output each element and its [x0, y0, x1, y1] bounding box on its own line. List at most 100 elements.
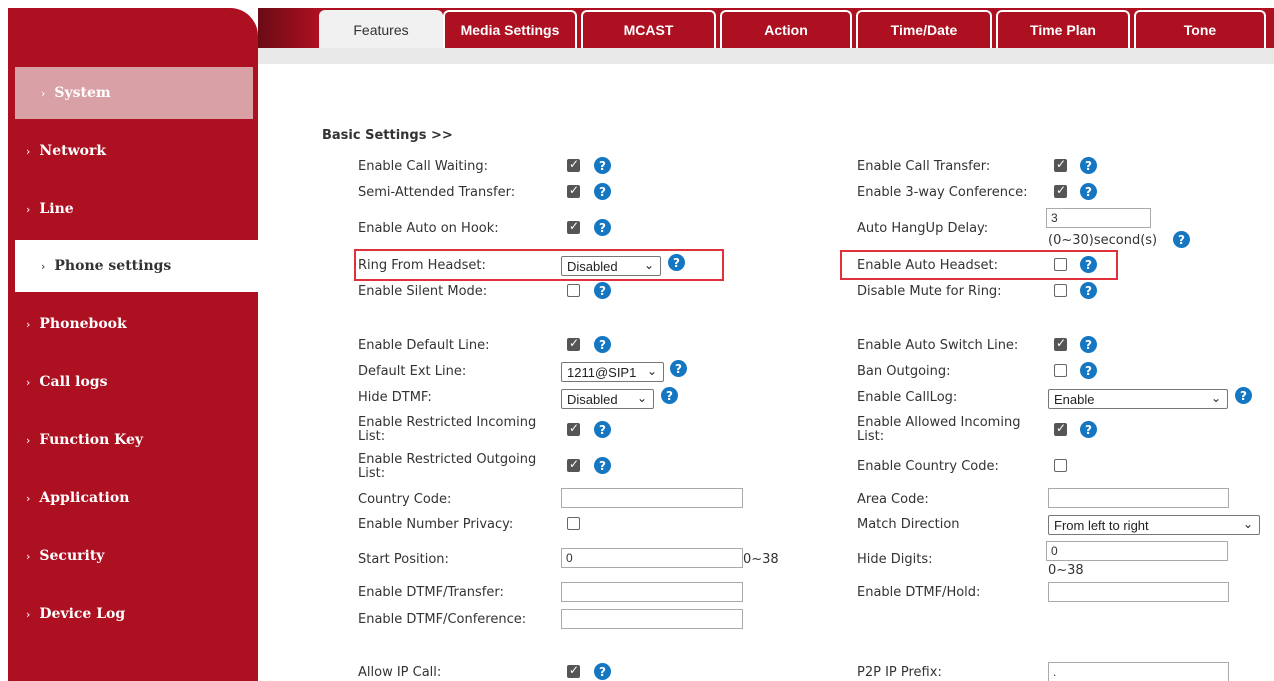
ban-outgoing-checkbox[interactable]: [1054, 364, 1067, 377]
section-title: Basic Settings >>: [322, 128, 453, 143]
help-icon[interactable]: ?: [594, 421, 611, 438]
enable-dtmf-conference-input[interactable]: [561, 609, 743, 629]
enable-restricted-incoming-label-line1: Enable Restricted Incoming: [358, 415, 537, 430]
sidebar-item-phonebook[interactable]: › Phonebook: [0, 298, 250, 350]
enable-auto-switch-line-checkbox[interactable]: [1054, 336, 1067, 351]
tab-time-date[interactable]: Time/Date: [856, 10, 992, 48]
help-icon[interactable]: ?: [1080, 336, 1097, 353]
enable-call-transfer-checkbox[interactable]: [1054, 157, 1067, 172]
match-direction-label: Match Direction: [857, 517, 960, 532]
enable-calllog-label: Enable CallLog:: [857, 390, 958, 405]
help-icon[interactable]: ?: [594, 663, 611, 680]
help-icon[interactable]: ?: [1080, 157, 1097, 174]
enable-auto-on-hook-checkbox[interactable]: [567, 219, 580, 234]
chevron-down-icon: ⌄: [1242, 517, 1253, 531]
help-icon[interactable]: ?: [661, 387, 678, 404]
help-icon[interactable]: ?: [1080, 256, 1097, 273]
enable-calllog-select[interactable]: Enable ⌄: [1048, 389, 1228, 409]
enable-auto-switch-line-label: Enable Auto Switch Line:: [857, 338, 1019, 353]
country-code-input[interactable]: [561, 488, 743, 508]
sidebar-item-label: Phone settings: [54, 258, 172, 274]
enable-number-privacy-checkbox[interactable]: [567, 517, 580, 530]
help-icon[interactable]: ?: [1080, 362, 1097, 379]
tab-features[interactable]: Features: [319, 10, 443, 48]
sidebar-item-phone-settings[interactable]: › Phone settings: [15, 240, 261, 292]
sidebar-item-call-logs[interactable]: › Call logs: [0, 356, 250, 408]
sidebar-item-label: Call logs: [39, 374, 108, 390]
sidebar-item-label: Phonebook: [39, 316, 127, 332]
sidebar-item-device-log[interactable]: › Device Log: [0, 588, 250, 640]
enable-call-transfer-label: Enable Call Transfer:: [857, 159, 991, 174]
enable-restricted-incoming-checkbox[interactable]: [567, 421, 580, 436]
sidebar-item-system[interactable]: › System: [15, 67, 253, 119]
sidebar-item-label: Application: [39, 490, 130, 506]
help-icon[interactable]: ?: [594, 183, 611, 200]
tab-time-plan[interactable]: Time Plan: [996, 10, 1130, 48]
sidebar-item-label: Function Key: [39, 432, 144, 448]
tab-media-settings[interactable]: Media Settings: [443, 10, 577, 48]
help-icon[interactable]: ?: [1235, 387, 1252, 404]
match-direction-select[interactable]: From left to right ⌄: [1048, 515, 1260, 535]
chevron-right-icon: ›: [26, 549, 31, 563]
start-position-hint: 0~38: [743, 552, 779, 567]
sidebar-item-line[interactable]: › Line: [0, 183, 250, 235]
help-icon[interactable]: ?: [1173, 231, 1190, 248]
chevron-right-icon: ›: [26, 433, 31, 447]
enable-restricted-outgoing-checkbox[interactable]: [567, 457, 580, 472]
enable-country-code-label: Enable Country Code:: [857, 459, 999, 474]
enable-country-code-checkbox[interactable]: [1054, 459, 1067, 472]
tab-action[interactable]: Action: [720, 10, 852, 48]
enable-default-line-checkbox[interactable]: [567, 336, 580, 351]
semi-attended-transfer-checkbox[interactable]: [567, 183, 580, 198]
chevron-right-icon: ›: [26, 317, 31, 331]
enable-3way-conference-checkbox[interactable]: [1054, 183, 1067, 198]
help-icon[interactable]: ?: [1080, 183, 1097, 200]
sidebar-item-application[interactable]: › Application: [0, 472, 250, 524]
chevron-down-icon: ⌄: [646, 364, 657, 378]
allow-ip-call-label: Allow IP Call:: [358, 665, 442, 680]
hide-digits-input[interactable]: 0: [1046, 541, 1228, 561]
ring-from-headset-label: Ring From Headset:: [358, 258, 486, 273]
disable-mute-for-ring-checkbox[interactable]: [1054, 284, 1067, 297]
enable-auto-headset-checkbox[interactable]: [1054, 258, 1067, 271]
help-icon[interactable]: ?: [594, 282, 611, 299]
chevron-down-icon: ⌄: [643, 258, 654, 272]
help-icon[interactable]: ?: [670, 360, 687, 377]
chevron-right-icon: ›: [26, 607, 31, 621]
enable-dtmf-hold-input[interactable]: [1048, 582, 1229, 602]
help-icon[interactable]: ?: [594, 336, 611, 353]
help-icon[interactable]: ?: [594, 219, 611, 236]
chevron-right-icon: ›: [26, 144, 31, 158]
hide-dtmf-select[interactable]: Disabled ⌄: [561, 389, 654, 409]
enable-dtmf-transfer-input[interactable]: [561, 582, 743, 602]
auto-hangup-delay-input[interactable]: 3: [1046, 208, 1151, 228]
select-value: From left to right: [1054, 517, 1149, 533]
sidebar-item-network[interactable]: › Network: [0, 125, 250, 177]
help-icon[interactable]: ?: [1080, 282, 1097, 299]
enable-dtmf-hold-label: Enable DTMF/Hold:: [857, 585, 981, 600]
help-icon[interactable]: ?: [1080, 421, 1097, 438]
allow-ip-call-checkbox[interactable]: [567, 663, 580, 678]
help-icon[interactable]: ?: [594, 457, 611, 474]
country-code-label: Country Code:: [358, 492, 452, 507]
enable-call-waiting-checkbox[interactable]: [567, 157, 580, 172]
sidebar-item-function-key[interactable]: › Function Key: [0, 414, 250, 466]
area-code-input[interactable]: [1048, 488, 1229, 508]
enable-restricted-outgoing-label-line1: Enable Restricted Outgoing: [358, 452, 537, 467]
ring-from-headset-select[interactable]: Disabled ⌄: [561, 256, 661, 276]
sidebar-item-security[interactable]: › Security: [0, 530, 250, 582]
enable-allowed-incoming-checkbox[interactable]: [1054, 421, 1067, 436]
start-position-input[interactable]: 0: [561, 548, 743, 568]
default-ext-line-select[interactable]: 1211@SIP1 ⌄: [561, 362, 664, 382]
p2p-ip-prefix-input[interactable]: .: [1048, 662, 1229, 681]
enable-silent-mode-checkbox[interactable]: [567, 284, 580, 297]
help-icon[interactable]: ?: [668, 254, 685, 271]
tab-tone[interactable]: Tone: [1134, 10, 1266, 48]
default-ext-line-label: Default Ext Line:: [358, 364, 467, 379]
sidebar-item-label: Security: [39, 548, 105, 564]
tab-mcast[interactable]: MCAST: [581, 10, 716, 48]
enable-restricted-incoming-label-line2: List:: [358, 429, 386, 444]
sidebar-item-label: Line: [39, 201, 74, 217]
enable-3way-conference-label: Enable 3-way Conference:: [857, 185, 1028, 200]
help-icon[interactable]: ?: [594, 157, 611, 174]
